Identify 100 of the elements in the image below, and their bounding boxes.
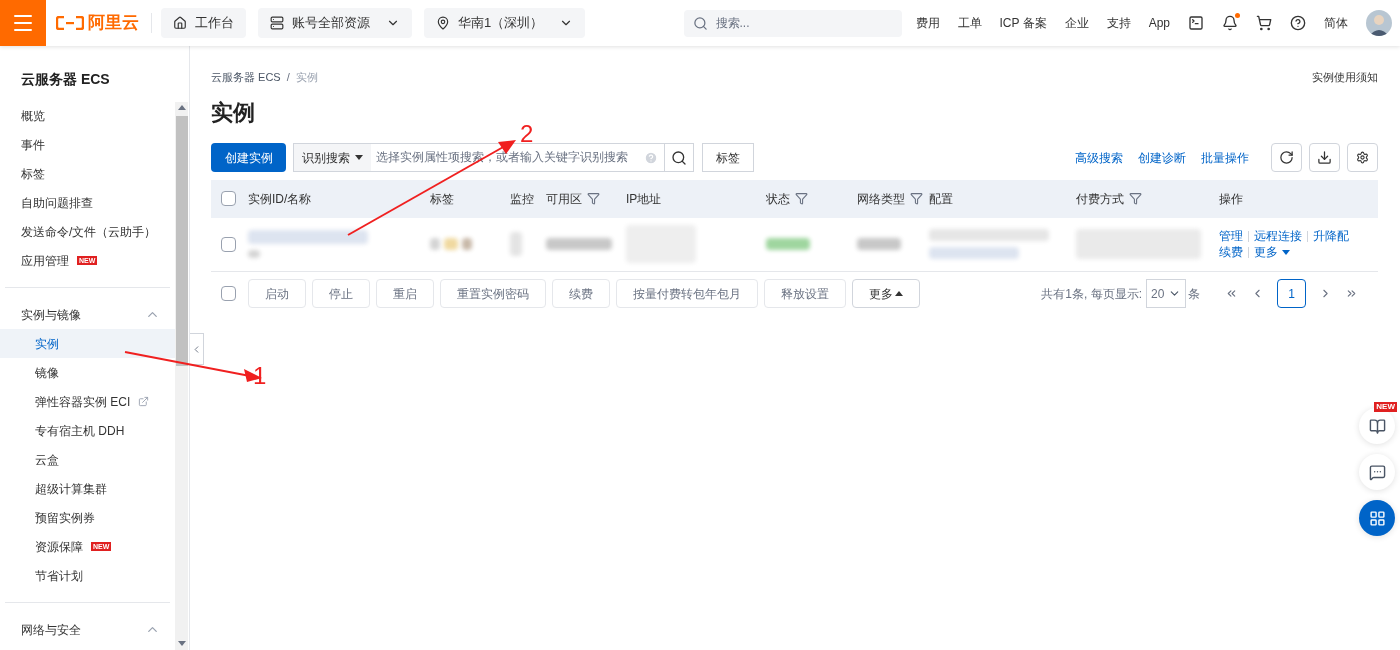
checkbox[interactable] bbox=[221, 191, 236, 206]
breadcrumb-separator: / bbox=[286, 70, 290, 85]
terminal-icon[interactable] bbox=[1188, 15, 1204, 31]
apps-float-button[interactable] bbox=[1359, 500, 1395, 536]
annotation-number: 2 bbox=[520, 122, 534, 146]
last-page-icon[interactable] bbox=[1345, 287, 1358, 300]
sidebar-item[interactable]: 预留实例券 bbox=[0, 503, 175, 532]
new-badge: NEW bbox=[1374, 402, 1397, 412]
pagination-summary: 共有1条, 每页显示: bbox=[1041, 285, 1142, 303]
blurred-text bbox=[766, 238, 810, 250]
sidebar-group[interactable]: 实例与镜像 bbox=[5, 300, 170, 329]
scrollbar[interactable] bbox=[175, 102, 188, 650]
sidebar-item[interactable]: 概览 bbox=[0, 101, 175, 130]
sidebar-title: 云服务器 ECS bbox=[20, 70, 111, 89]
sidebar-item[interactable]: 发送命令/文件（云助手） bbox=[0, 217, 175, 246]
page-button[interactable]: 1 bbox=[1277, 279, 1306, 308]
page-size-select[interactable]: 20 bbox=[1146, 279, 1186, 308]
cart-icon[interactable] bbox=[1256, 15, 1272, 31]
header-link[interactable]: 支持 bbox=[1106, 14, 1131, 32]
collapse-tab[interactable] bbox=[190, 333, 204, 365]
toolbar-link[interactable]: 批量操作 bbox=[1201, 148, 1249, 167]
sidebar-item[interactable]: 实例 bbox=[0, 329, 175, 358]
batch-button[interactable]: 更多 bbox=[852, 279, 920, 308]
sidebar-item[interactable]: 节省计划 bbox=[0, 561, 175, 590]
column-header: 可用区 bbox=[546, 190, 582, 208]
sidebar-group[interactable]: 网络与安全 bbox=[5, 615, 170, 644]
download-icon bbox=[1317, 150, 1332, 165]
caret-icon bbox=[895, 291, 903, 296]
nav-button[interactable]: 华南1（深圳） bbox=[424, 8, 586, 38]
sidebar-item[interactable]: 专有宿主机 DDH bbox=[0, 416, 175, 445]
tag-button[interactable]: 标签 bbox=[702, 143, 754, 172]
row-action-link[interactable]: 管理 bbox=[1219, 228, 1243, 244]
column-header: 标签 bbox=[430, 190, 454, 208]
column-header: 状态 bbox=[766, 190, 790, 208]
filter-icon[interactable] bbox=[1129, 192, 1142, 205]
column-header: 操作 bbox=[1219, 190, 1243, 208]
nav-button[interactable]: 账号全部资源 bbox=[258, 8, 412, 38]
sidebar-item[interactable]: 事件 bbox=[0, 130, 175, 159]
scroll-down-icon bbox=[177, 641, 186, 646]
sidebar-item[interactable]: 超级计算集群 bbox=[0, 474, 175, 503]
refresh-button[interactable] bbox=[1271, 143, 1302, 172]
filter-icon[interactable] bbox=[910, 192, 923, 205]
row-action-link[interactable]: 远程连接 bbox=[1254, 228, 1302, 244]
search-mode-select[interactable]: 识别搜索 bbox=[294, 144, 371, 171]
chat-float-button[interactable] bbox=[1359, 454, 1395, 490]
sidebar-item[interactable]: 弹性容器实例 ECI bbox=[0, 387, 175, 416]
nav-button[interactable]: 工作台 bbox=[161, 8, 246, 38]
scroll-up-icon bbox=[177, 105, 186, 110]
sidebar-item[interactable]: 云盒 bbox=[0, 445, 175, 474]
sidebar-item[interactable]: 标签 bbox=[0, 159, 175, 188]
pin-icon bbox=[436, 16, 450, 30]
menu-button[interactable] bbox=[0, 0, 46, 46]
header-link[interactable]: 费用 bbox=[915, 14, 940, 32]
header-link[interactable]: 企业 bbox=[1064, 14, 1089, 32]
header-link[interactable]: ICP 备案 bbox=[999, 14, 1047, 32]
search-icon bbox=[692, 15, 708, 31]
search-field[interactable]: 搜索... bbox=[683, 9, 902, 37]
checkbox[interactable] bbox=[221, 236, 236, 252]
logo-text: 阿里云 bbox=[88, 12, 139, 35]
download-button[interactable] bbox=[1309, 143, 1340, 172]
sidebar-item[interactable]: 自助问题排查 bbox=[0, 188, 175, 217]
search-button[interactable] bbox=[665, 143, 694, 172]
sidebar-item[interactable]: 镜像 bbox=[0, 358, 175, 387]
home-icon bbox=[173, 16, 187, 30]
annotation-number: 1 bbox=[253, 364, 267, 388]
checkbox[interactable] bbox=[221, 286, 236, 301]
search-field[interactable]: 识别搜索 选择实例属性项搜索，或者输入关键字识别搜索 bbox=[293, 143, 665, 172]
search-icon bbox=[671, 149, 687, 166]
caret-icon bbox=[1282, 249, 1290, 255]
toolbar-link[interactable]: 创建诊断 bbox=[1138, 148, 1186, 167]
row-action-link[interactable]: 续费 bbox=[1219, 244, 1243, 260]
column-header: IP地址 bbox=[626, 190, 662, 208]
notice-link[interactable]: 实例使用须知 bbox=[1312, 69, 1378, 86]
language-link[interactable]: 简体 bbox=[1324, 14, 1348, 32]
create-button[interactable]: 创建实例 bbox=[211, 143, 286, 172]
chat-icon bbox=[1368, 463, 1386, 481]
bell-button[interactable] bbox=[1222, 15, 1238, 31]
filter-icon[interactable] bbox=[587, 192, 600, 205]
blurred-text bbox=[462, 238, 472, 250]
column-header: 实例ID/名称 bbox=[248, 190, 312, 208]
guide-float-button[interactable] bbox=[1359, 408, 1395, 444]
help-icon[interactable] bbox=[1290, 15, 1306, 31]
header-link[interactable]: 工单 bbox=[957, 14, 982, 32]
column-header: 配置 bbox=[929, 190, 953, 208]
breadcrumb-link[interactable]: 云服务器 ECS bbox=[211, 69, 281, 86]
blurred-text bbox=[248, 250, 260, 258]
refresh-icon bbox=[1279, 150, 1294, 165]
page-size-unit: 条 bbox=[1188, 285, 1200, 303]
toolbar-link[interactable]: 高级搜索 bbox=[1075, 148, 1123, 167]
blurred-text bbox=[510, 232, 522, 256]
settings-button[interactable] bbox=[1347, 143, 1378, 172]
page-title: 实例 bbox=[211, 98, 256, 127]
filter-icon[interactable] bbox=[795, 192, 808, 205]
row-action-link[interactable]: 升降配 bbox=[1313, 228, 1349, 244]
header-link[interactable]: App bbox=[1148, 14, 1170, 32]
logo-icon bbox=[56, 16, 84, 30]
row-action-link[interactable]: 更多 bbox=[1254, 244, 1290, 260]
book-icon bbox=[1368, 417, 1386, 435]
first-page-icon[interactable] bbox=[1225, 287, 1238, 300]
avatar[interactable] bbox=[1366, 10, 1392, 36]
